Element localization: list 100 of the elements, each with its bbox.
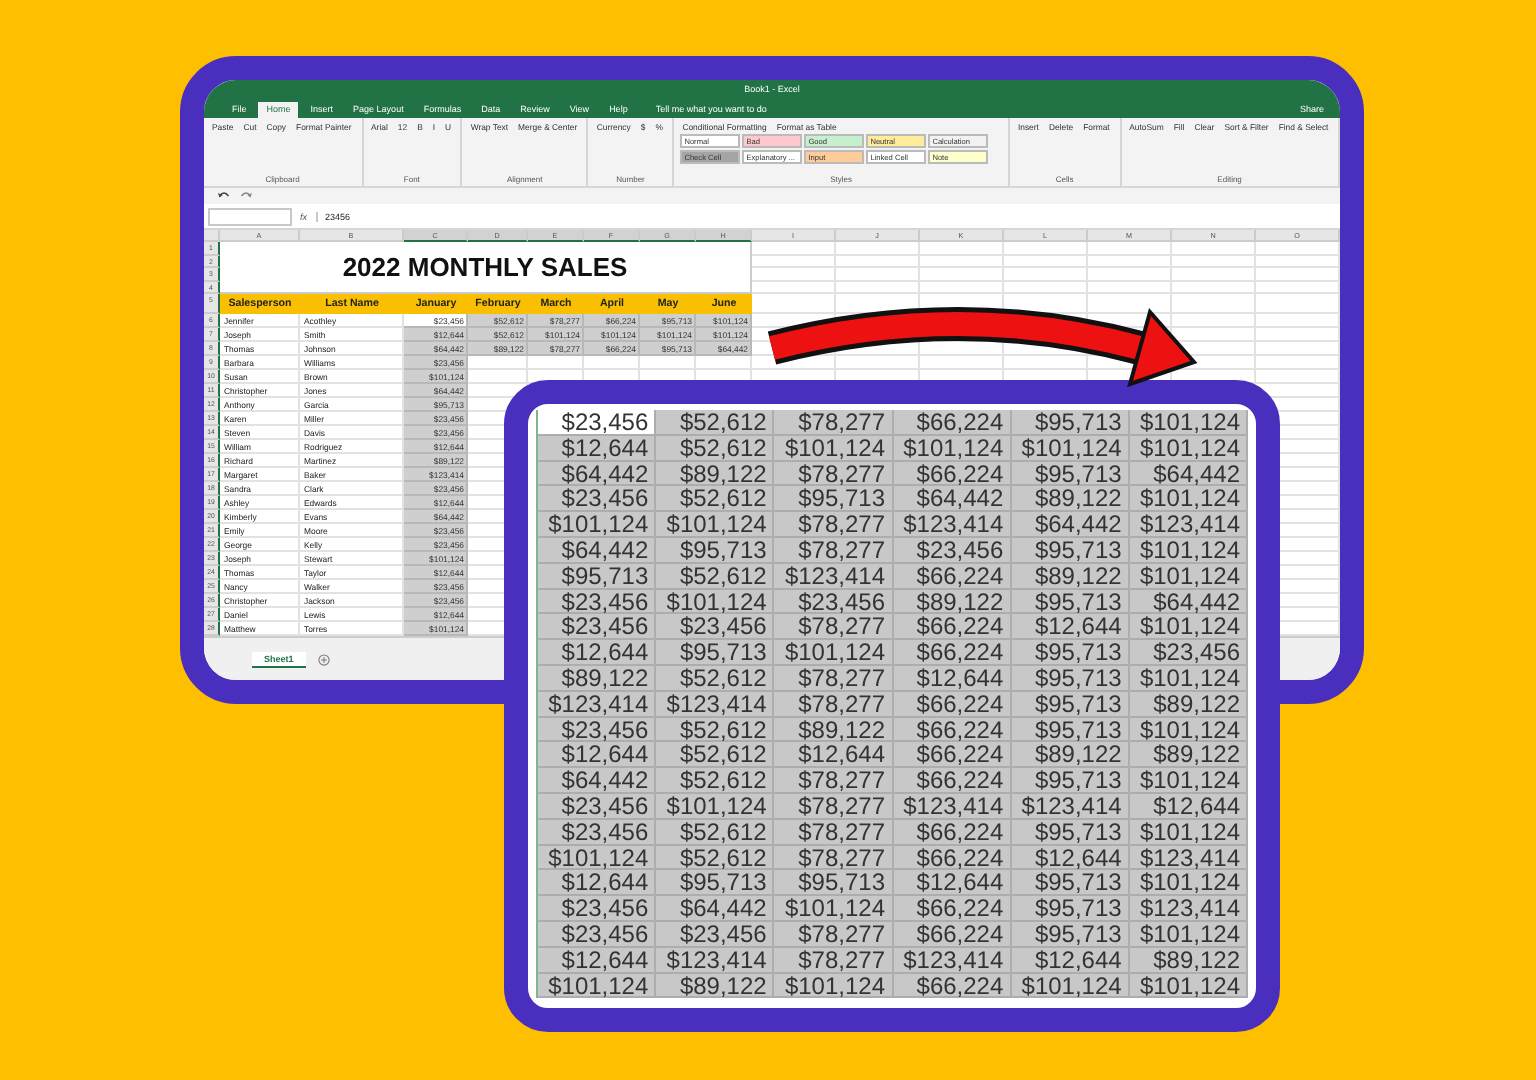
table-cell: $64,442 [538, 461, 657, 487]
table-cell: $101,124 [774, 896, 893, 922]
table-cell: $66,224 [893, 563, 1012, 590]
table-cell: $64,442 [656, 896, 775, 922]
table-cell: $78,277 [774, 793, 893, 820]
table-cell: $52,612 [656, 845, 775, 871]
add-sheet-icon[interactable] [317, 653, 330, 665]
table-cell: $101,124 [1129, 819, 1248, 846]
table-cell: $95,713 [1011, 691, 1130, 718]
table-cell: $89,122 [1011, 486, 1130, 513]
table-cell: $23,456 [538, 614, 657, 641]
table-cell: $101,124 [1129, 537, 1248, 564]
table-cell: $66,224 [893, 973, 1012, 999]
table-cell: $101,124 [538, 512, 657, 538]
table-cell: $52,612 [656, 486, 775, 513]
table-cell: $12,644 [538, 742, 657, 769]
table-cell: $101,124 [656, 589, 775, 615]
table-cell: $78,277 [774, 845, 893, 871]
table-cell: $23,456 [538, 486, 657, 513]
redo-icon[interactable] [238, 190, 254, 202]
table-cell: $95,713 [774, 870, 893, 897]
table-cell: $12,644 [538, 947, 657, 974]
table-cell: $78,277 [774, 921, 893, 948]
table-cell: $52,612 [656, 563, 775, 590]
table-cell: $123,414 [893, 793, 1012, 820]
table-cell: $66,224 [893, 410, 1012, 436]
table-cell: $78,277 [774, 537, 893, 564]
table-cell: $23,456 [656, 921, 775, 948]
table-cell: $95,713 [1011, 665, 1130, 692]
table-cell: $12,644 [1129, 793, 1248, 820]
table-cell: $12,644 [1011, 845, 1130, 871]
table-cell: $101,124 [656, 793, 775, 820]
table-cell: $52,612 [656, 410, 775, 436]
table-cell: $12,644 [538, 435, 657, 462]
table-cell: $95,713 [774, 486, 893, 513]
table-cell: $123,414 [656, 691, 775, 718]
table-cell: $52,612 [656, 665, 775, 692]
table-cell: $23,456 [538, 819, 657, 846]
table-cell: $123,414 [893, 947, 1012, 974]
table-cell: $64,442 [1129, 589, 1248, 615]
table-cell: $101,124 [1011, 973, 1130, 999]
table-cell: $101,124 [538, 973, 657, 999]
table-cell: $23,456 [538, 921, 657, 948]
table-cell: $101,124 [1129, 486, 1248, 513]
table-cell: $95,713 [1011, 921, 1130, 948]
table-cell: $89,122 [1129, 691, 1248, 718]
table-cell: $66,224 [893, 614, 1012, 641]
table-cell: $123,414 [1011, 793, 1130, 820]
table-cell: $23,456 [774, 589, 893, 615]
table-cell: $101,124 [1011, 435, 1130, 462]
table-cell: $95,713 [1011, 768, 1130, 794]
empty-cell [1256, 294, 1340, 314]
table-cell: $95,713 [1011, 461, 1130, 487]
table-cell: $12,644 [893, 870, 1012, 897]
table-cell: $89,122 [1011, 563, 1130, 590]
table-cell: $23,456 [538, 793, 657, 820]
table-cell: $95,713 [1011, 640, 1130, 666]
table-cell: $12,644 [774, 742, 893, 769]
table-cell: $101,124 [538, 845, 657, 871]
table-cell: $52,612 [656, 742, 775, 769]
table-cell: $78,277 [774, 947, 893, 974]
table-cell: $95,713 [1011, 410, 1130, 436]
table-cell: $64,442 [538, 537, 657, 564]
table-cell: $95,713 [1011, 717, 1130, 743]
table-cell: $101,124 [1129, 921, 1248, 948]
table-cell: $123,414 [1129, 512, 1248, 538]
empty-cell [836, 294, 920, 314]
table-cell: $101,124 [1129, 410, 1248, 436]
table-cell: $101,124 [656, 512, 775, 538]
table-cell: $89,122 [538, 665, 657, 692]
table-cell: $52,612 [656, 435, 775, 462]
table-cell: $78,277 [774, 691, 893, 718]
table-cell: $89,122 [1011, 742, 1130, 769]
undo-icon[interactable] [216, 190, 232, 202]
table-cell: $89,122 [1129, 742, 1248, 769]
table-cell: $66,224 [893, 640, 1012, 666]
table-cell: $123,414 [656, 947, 775, 974]
table-cell: $12,644 [1011, 947, 1130, 974]
table-cell: $95,713 [656, 537, 775, 564]
table-cell: $95,713 [1011, 819, 1130, 846]
table-cell: $52,612 [656, 717, 775, 743]
table-cell: $64,442 [538, 768, 657, 794]
table-cell: $23,456 [656, 614, 775, 641]
empty-cell [1172, 294, 1256, 314]
table-cell: $78,277 [774, 819, 893, 846]
table-cell: $101,124 [1129, 665, 1248, 692]
table-cell: $101,124 [1129, 973, 1248, 999]
table-cell: $95,713 [656, 640, 775, 666]
table-cell: $66,224 [893, 819, 1012, 846]
table-cell: $23,456 [538, 410, 657, 436]
table-cell: $64,442 [1011, 512, 1130, 538]
table-cell: $64,442 [893, 486, 1012, 513]
table-cell: $101,124 [774, 973, 893, 999]
table-cell: $95,713 [538, 563, 657, 590]
table-cell: $89,122 [1129, 947, 1248, 974]
table-cell: $78,277 [774, 461, 893, 487]
table-cell: $123,414 [774, 563, 893, 590]
table-cell: $66,224 [893, 921, 1012, 948]
table-cell: $66,224 [893, 896, 1012, 922]
table-cell: $101,124 [774, 435, 893, 462]
